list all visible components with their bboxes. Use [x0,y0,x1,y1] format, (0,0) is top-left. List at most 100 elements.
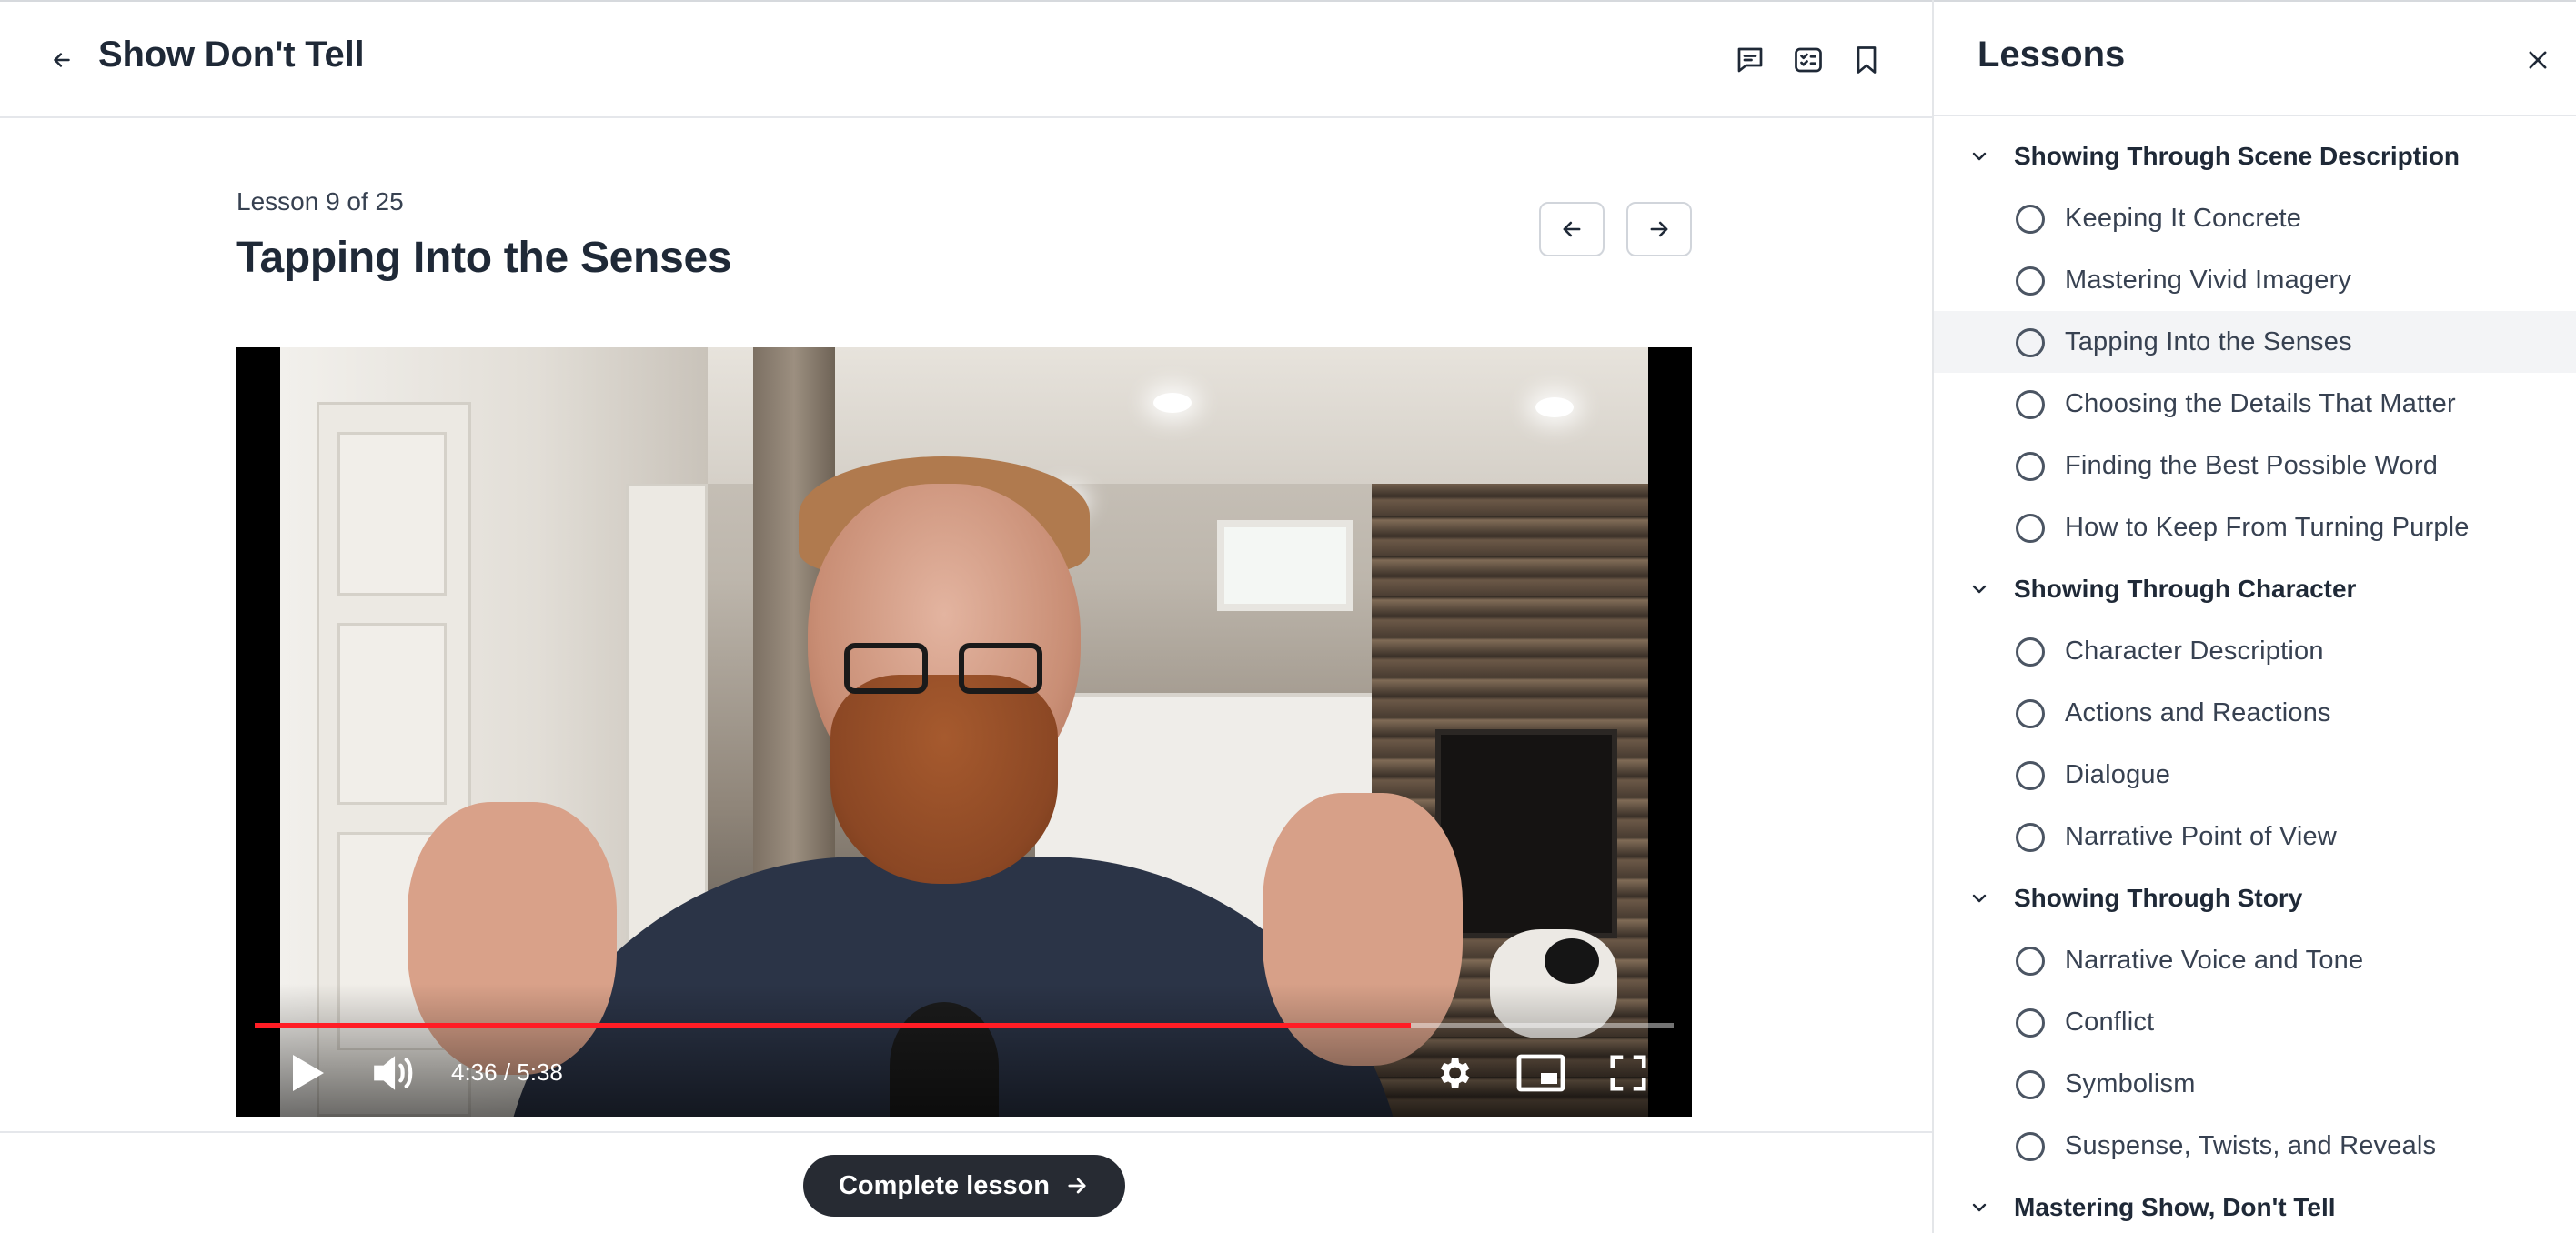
chevron-down-icon [1972,1203,1987,1212]
complete-lesson-label: Complete lesson [838,1170,1051,1200]
lesson-status-circle-icon [2016,266,2045,296]
lesson-item[interactable]: Symbolism [1934,1053,2576,1115]
volume-icon [374,1056,413,1090]
course-title: Show Don't Tell [98,35,365,75]
settings-icon [1440,1058,1470,1088]
settings-button[interactable] [1426,1046,1481,1100]
arrow-left-icon [1563,221,1581,237]
checklist-button[interactable] [1790,42,1826,78]
basement-window [1217,520,1353,611]
lesson-item-label: Symbolism [2065,1069,2196,1098]
lesson-status-circle-icon [2016,1008,2045,1038]
lesson-item-label: How to Keep From Turning Purple [2065,513,2470,542]
sidebar-header: Lessons [1934,2,2576,116]
presenter-glasses [959,643,1042,694]
lesson-item-label: Mastering Vivid Imagery [2065,266,2352,295]
lesson-status-circle-icon [2016,1070,2045,1099]
section-label: Showing Through Character [2014,575,2357,603]
fireplace [1435,729,1617,938]
lesson-status-circle-icon [2016,390,2045,419]
chevron-down-icon [1972,585,1987,594]
lesson-item[interactable]: Keeping It Concrete [1934,187,2576,249]
chevron-down-icon [1972,152,1987,161]
lesson-counter: Lesson 9 of 25 [236,187,404,216]
lesson-item[interactable]: Choosing the Details That Matter [1934,373,2576,435]
lesson-status-circle-icon [2016,328,2045,357]
lesson-section-header[interactable]: Showing Through Character [1934,558,2576,620]
main-content: Show Don't Tell Lesson 9 of 25 Tapping I… [0,2,1932,1233]
previous-lesson-button[interactable] [1539,202,1605,256]
video-progress-fill [255,1023,1412,1028]
play-button[interactable] [280,1046,335,1100]
section-label: Showing Through Scene Description [2014,142,2460,170]
lesson-status-circle-icon [2016,823,2045,852]
lesson-item[interactable]: Mastering Vivid Imagery [1934,249,2576,311]
arrow-right-icon [1068,1178,1086,1194]
lesson-item-label: Choosing the Details That Matter [2065,389,2456,418]
plush-cow-spot [1545,938,1599,984]
lesson-item-label: Narrative Point of View [2065,822,2338,851]
lesson-item-label: Dialogue [2065,760,2171,789]
ceiling-light [1153,393,1192,413]
next-lesson-button[interactable] [1626,202,1692,256]
door-panel [337,432,447,596]
lesson-status-circle-icon [2016,637,2045,667]
bookmark-button[interactable] [1848,42,1885,78]
lesson-item[interactable]: Actions and Reactions [1934,682,2576,744]
volume-button[interactable] [364,1044,422,1102]
lesson-item-label: Keeping It Concrete [2065,204,2302,233]
lesson-item[interactable]: Character Description [1934,620,2576,682]
lesson-item-label: Character Description [2065,637,2324,666]
lesson-item[interactable]: Dialogue [1934,744,2576,806]
lesson-status-circle-icon [2016,947,2045,976]
lesson-section-header[interactable]: Mastering Show, Don't Tell [1934,1177,2576,1233]
arrow-right-icon [1650,221,1668,237]
lesson-item-label: Conflict [2065,1007,2155,1037]
lesson-item[interactable]: Narrative Voice and Tone [1934,929,2576,991]
section-label: Mastering Show, Don't Tell [2014,1193,2336,1221]
lesson-item[interactable]: Tapping Into the Senses [1934,311,2576,373]
miniplayer-icon [1516,1054,1565,1092]
presenter-glasses [844,643,928,694]
lesson-item-label: Actions and Reactions [2065,698,2331,727]
close-sidebar-button[interactable] [2518,40,2558,80]
lesson-status-circle-icon [2016,761,2045,790]
lesson-status-circle-icon [2016,514,2045,543]
lesson-item[interactable]: Conflict [1934,991,2576,1053]
comments-button[interactable] [1732,42,1768,78]
door-panel [337,623,447,805]
miniplayer-button[interactable] [1512,1046,1570,1100]
lessons-sidebar: Lessons Showing Through Scene Descriptio… [1934,2,2576,1233]
lesson-item-label: Narrative Voice and Tone [2065,946,2364,975]
chevron-down-icon [1972,894,1987,903]
lesson-item-label: Finding the Best Possible Word [2065,451,2439,480]
complete-lesson-button[interactable]: Complete lesson [803,1155,1125,1217]
lesson-status-circle-icon [2016,1132,2045,1161]
lesson-item[interactable]: Narrative Point of View [1934,806,2576,867]
section-label: Showing Through Story [2014,884,2303,912]
lesson-item[interactable]: How to Keep From Turning Purple [1934,496,2576,558]
video-player[interactable]: 4:36 / 5:38 [236,347,1692,1117]
lesson-header: Show Don't Tell [0,2,1932,118]
checklist-icon [1795,47,1822,73]
fullscreen-icon [1610,1055,1646,1091]
close-icon [2529,51,2547,69]
video-timecode: 4:36 / 5:38 [451,1058,563,1086]
video-progress-bar[interactable] [255,1023,1674,1028]
arrow-left-icon [54,53,70,67]
ceiling-light [1535,397,1574,417]
lesson-item[interactable]: Finding the Best Possible Word [1934,435,2576,496]
back-button[interactable] [44,42,80,78]
lesson-item-label: Suspense, Twists, and Reveals [2065,1131,2437,1160]
fullscreen-button[interactable] [1601,1046,1655,1100]
presenter-beard [830,675,1058,884]
lesson-section-header[interactable]: Showing Through Scene Description [1934,125,2576,187]
lesson-status-circle-icon [2016,452,2045,481]
lesson-section-header[interactable]: Showing Through Story [1934,867,2576,929]
lesson-status-circle-icon [2016,205,2045,234]
lesson-status-circle-icon [2016,699,2045,728]
sidebar-title: Lessons [1977,35,2126,75]
lesson-item[interactable]: Suspense, Twists, and Reveals [1934,1115,2576,1177]
play-icon [293,1055,324,1091]
comment-icon [1737,47,1763,73]
